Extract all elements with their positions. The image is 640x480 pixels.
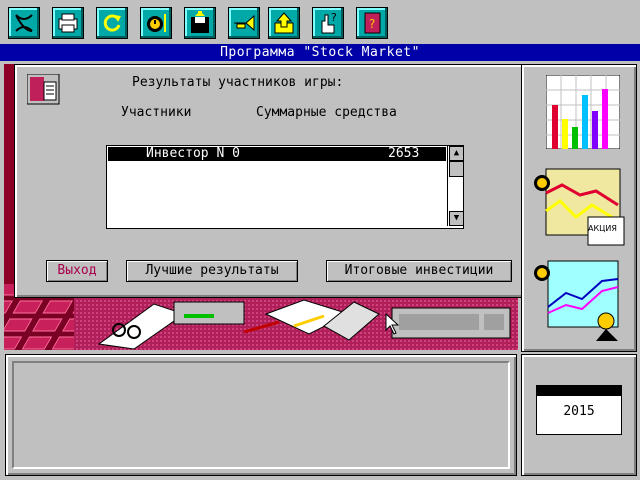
participants-list[interactable]: Инвестор N 0 2653 ▲ ▼ (106, 145, 464, 229)
print-button[interactable] (52, 7, 84, 39)
hand-help-icon: ? (321, 11, 337, 34)
window-title: Программа "Stock Market" (0, 44, 640, 61)
calendar-binding (537, 386, 621, 396)
message-panel (5, 354, 517, 476)
line-chart-icon[interactable] (532, 165, 626, 249)
scroll-up-button[interactable]: ▲ (449, 146, 464, 161)
clock-button[interactable] (140, 7, 172, 39)
list-scrollbar[interactable]: ▲ ▼ (447, 146, 464, 226)
stock-card-icon (27, 74, 60, 105)
toolbar: ? ? (0, 0, 640, 44)
dna-icon (15, 14, 33, 32)
right-panel: АКЦИЯ (521, 64, 637, 352)
best-results-button[interactable]: Лучшие результаты (126, 260, 298, 282)
list-item[interactable]: Инвестор N 0 2653 (108, 147, 446, 161)
calendar: 2015 (536, 385, 622, 435)
column-total: Суммарные средства (256, 105, 397, 120)
refresh-button[interactable] (96, 7, 128, 39)
stock-card-label: АКЦИЯ (588, 224, 617, 233)
book-icon: ? (364, 12, 381, 34)
final-investments-button[interactable]: Итоговые инвестиции (326, 260, 512, 282)
export-button[interactable] (268, 7, 300, 39)
refresh-icon (103, 14, 121, 32)
participant-name: Инвестор N 0 (146, 146, 240, 161)
trumpet-icon (234, 14, 255, 32)
book-button[interactable]: ? (356, 7, 388, 39)
column-participants: Участники (121, 105, 192, 120)
dna-icon-button[interactable] (8, 7, 40, 39)
save-button[interactable] (184, 7, 216, 39)
svg-text:?: ? (331, 11, 337, 24)
help-button[interactable]: ? (312, 7, 344, 39)
calendar-year: 2015 (563, 404, 595, 419)
exit-button[interactable]: Выход (46, 260, 108, 282)
floppy-disk-icon (191, 11, 209, 33)
trumpet-button[interactable] (228, 7, 260, 39)
bar-chart-icon[interactable] (546, 75, 620, 149)
printer-icon (58, 13, 78, 33)
export-icon (274, 12, 294, 34)
stock-trader-icon[interactable] (532, 257, 632, 341)
participant-total: 2653 (388, 146, 420, 161)
calendar-panel: 2015 (521, 354, 637, 476)
scroll-down-button[interactable]: ▼ (449, 211, 464, 226)
message-area (12, 361, 510, 469)
clock-icon (147, 14, 166, 32)
svg-text:?: ? (369, 17, 375, 31)
dialog-heading: Результаты участников игры: (132, 75, 344, 90)
scroll-thumb[interactable] (449, 161, 464, 177)
